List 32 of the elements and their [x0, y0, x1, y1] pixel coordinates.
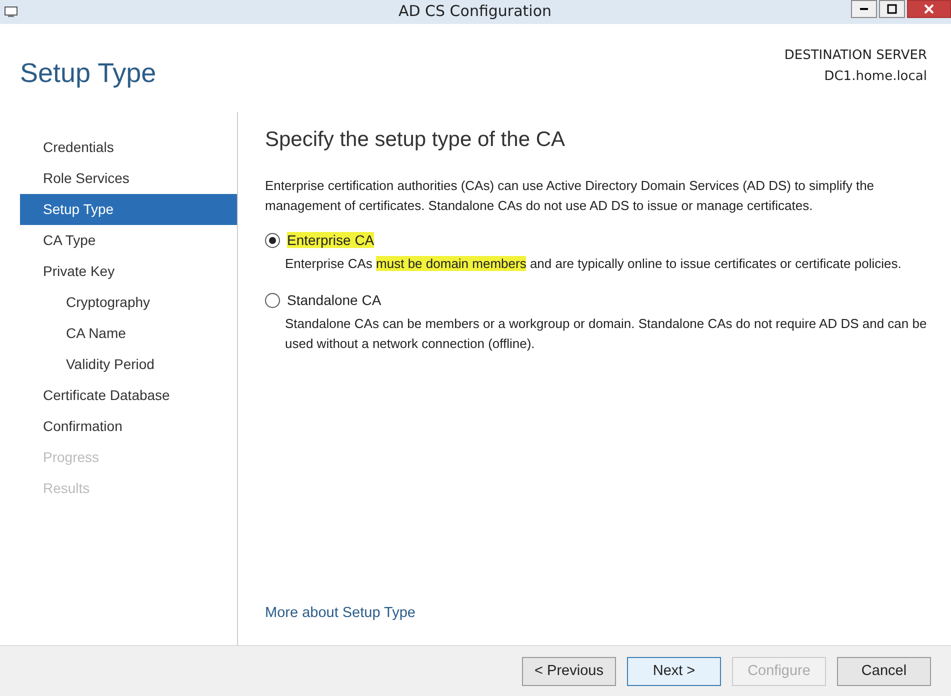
- option-description: Standalone CAs can be members or a workgroup or domain. Standalone CAs do not require AD DS and can be used without a network connection (offline).: [285, 315, 927, 353]
- sidebar-item[interactable]: Private Key: [20, 256, 237, 287]
- section-heading: Specify the setup type of the CA: [265, 128, 566, 152]
- sidebar-item[interactable]: Certificate Database: [20, 380, 237, 411]
- dialog-button[interactable]: < Previous: [522, 656, 616, 686]
- radio-label: Standalone CA: [287, 292, 382, 308]
- minimize-button[interactable]: [851, 0, 877, 18]
- radio-label: Enterprise CA: [287, 232, 374, 248]
- sidebar-item[interactable]: Credentials: [20, 132, 237, 163]
- minimize-icon: [860, 8, 868, 10]
- destination-label: DESTINATION SERVER: [784, 48, 927, 63]
- dialog-button[interactable]: Cancel: [837, 656, 931, 686]
- maximize-button[interactable]: [879, 0, 905, 18]
- sidebar-item[interactable]: Validity Period: [20, 349, 237, 380]
- sidebar-item[interactable]: Setup Type: [20, 194, 237, 225]
- sidebar-item[interactable]: CA Type: [20, 225, 237, 256]
- radio-button[interactable]: Standalone CA: [265, 292, 382, 308]
- sidebar-item[interactable]: Role Services: [20, 163, 237, 194]
- sidebar-item[interactable]: Confirmation: [20, 411, 237, 442]
- close-icon: [924, 4, 934, 14]
- sidebar-item[interactable]: CA Name: [20, 318, 237, 349]
- maximize-icon: [887, 4, 897, 14]
- option-description: Enterprise CAs must be domain members and are typically online to issue certificates or certificate policies.: [285, 255, 902, 273]
- radio-button[interactable]: Enterprise CA: [265, 232, 374, 248]
- page-title: Setup Type: [20, 58, 156, 89]
- intro-text: Enterprise certification authorities (CAs) can use Active Directory Domain Services (AD DS) to simplify the management of certificates. Standalone CAs do not use AD DS to issue or manage certificates.: [265, 177, 876, 215]
- server-name: DC1.home.local: [824, 69, 927, 84]
- dialog-button[interactable]: Next >: [627, 656, 721, 686]
- sidebar-item[interactable]: Cryptography: [20, 287, 237, 318]
- window-title: AD CS Configuration: [397, 2, 553, 20]
- close-button[interactable]: [907, 0, 951, 18]
- help-link[interactable]: More about Setup Type: [265, 605, 416, 621]
